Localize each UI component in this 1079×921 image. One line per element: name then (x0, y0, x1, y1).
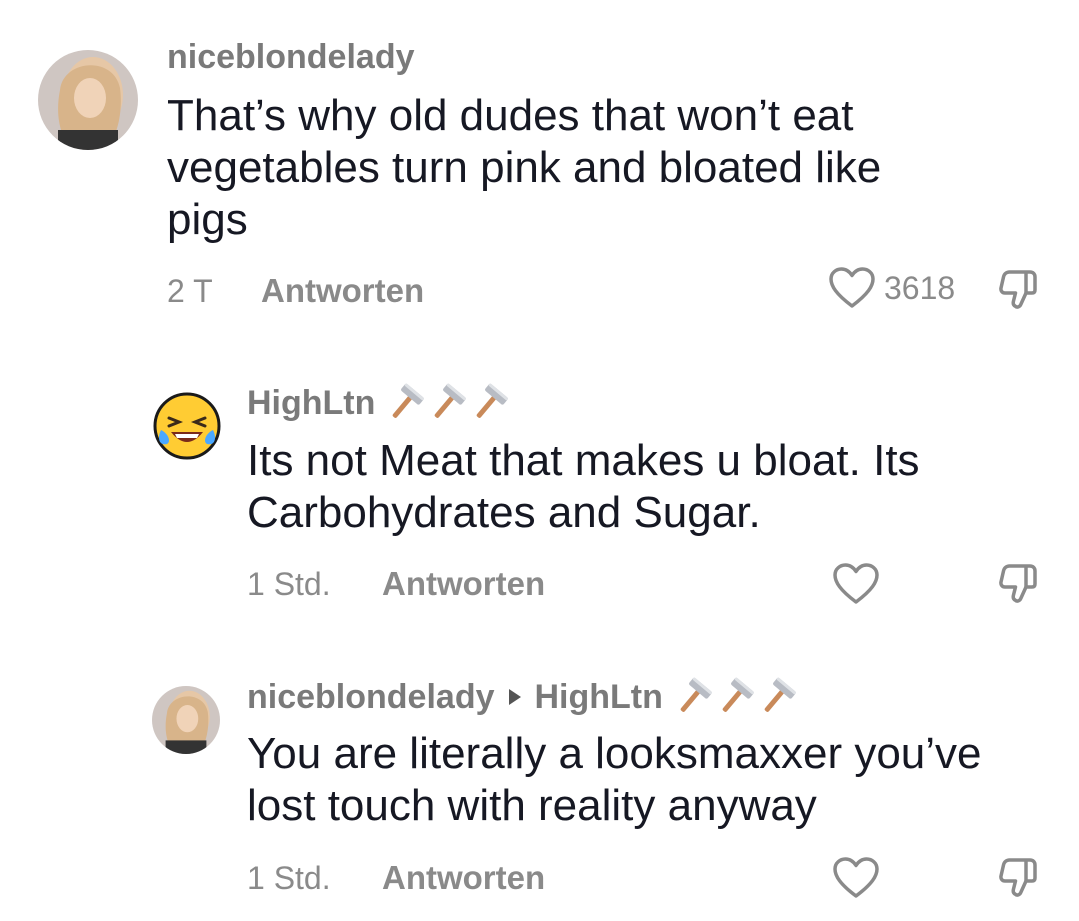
avatar[interactable] (38, 50, 138, 150)
reply-to-username[interactable]: HighLtn (535, 678, 663, 717)
comment-time: 1 Std. (247, 566, 331, 602)
hammer-icon (385, 383, 425, 423)
thumbs-down-icon (994, 266, 1042, 314)
like-button[interactable] (832, 562, 880, 606)
comment-text: You are literally a looksmaxxer you’ve l… (247, 729, 982, 830)
dislike-button[interactable] (994, 560, 1042, 613)
hammer-icon (673, 677, 713, 717)
dislike-button[interactable] (994, 854, 1042, 907)
heart-icon (832, 856, 880, 900)
heart-icon (832, 562, 880, 606)
like-button[interactable]: 3618 (828, 266, 955, 310)
reply-button[interactable]: Antworten (261, 272, 424, 310)
comment-time: 1 Std. (247, 860, 331, 896)
profile-photo-icon (152, 686, 220, 754)
hammer-icon (715, 677, 755, 717)
laughing-crying-emoji-icon (153, 392, 221, 460)
profile-photo-icon (38, 50, 138, 150)
reply-button[interactable]: Antworten (382, 859, 545, 897)
username-emoji-group (385, 383, 509, 423)
like-button[interactable] (832, 856, 880, 900)
dislike-button[interactable] (994, 266, 1042, 319)
username-text[interactable]: HighLtn (247, 384, 375, 423)
hammer-icon (757, 677, 797, 717)
reply-button[interactable]: Antworten (382, 565, 545, 603)
reply-arrow-icon (508, 689, 521, 705)
avatar[interactable] (152, 686, 220, 754)
comment-username[interactable]: niceblondelady HighLtn (247, 677, 797, 717)
comment-text: That’s why old dudes that won’t eat vege… (167, 91, 882, 244)
hammer-icon (469, 383, 509, 423)
avatar[interactable] (153, 392, 221, 460)
thumbs-down-icon (994, 854, 1042, 902)
username-emoji-group (673, 677, 797, 717)
comment-time: 2 T (167, 273, 213, 309)
username-text[interactable]: niceblondelady (167, 38, 415, 77)
comment-text: Its not Meat that makes u bloat. Its Car… (247, 436, 920, 537)
thumbs-down-icon (994, 560, 1042, 608)
like-count: 3618 (884, 269, 956, 306)
hammer-icon (427, 383, 467, 423)
username-text[interactable]: niceblondelady (247, 678, 495, 717)
heart-icon (828, 266, 876, 310)
comment-username[interactable]: HighLtn (247, 383, 509, 423)
comment-username[interactable]: niceblondelady (167, 38, 415, 77)
